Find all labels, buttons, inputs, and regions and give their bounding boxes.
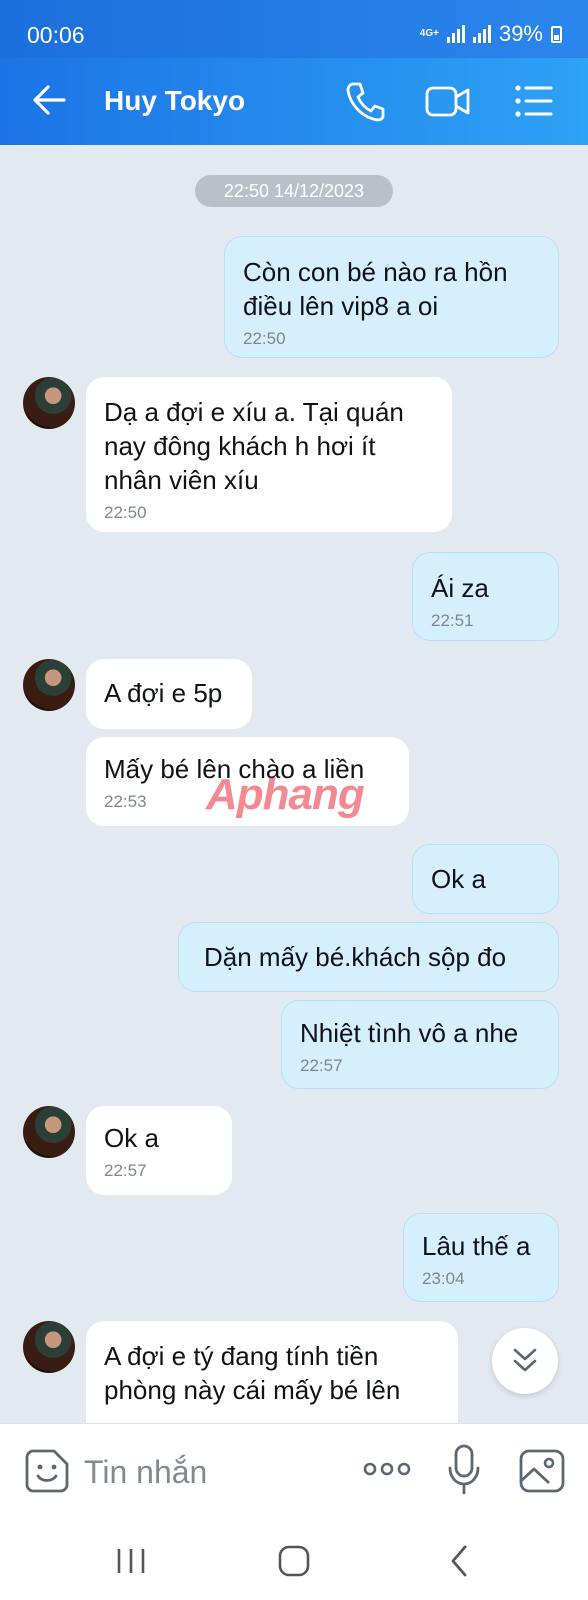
video-call-icon[interactable] [424, 80, 472, 122]
message-incoming[interactable]: A đợi e 5p [86, 659, 252, 729]
message-list[interactable]: 22:50 14/12/2023 Còn con bé nào ra hồn đ… [0, 145, 588, 1423]
network-type: 4G+ [419, 28, 439, 39]
message-text: A đợi e tý đang tính tiền [104, 1341, 379, 1371]
message-text: Lâu thế a [422, 1231, 531, 1261]
watermark-logo: Aphang [206, 770, 365, 819]
message-time: 22:51 [431, 611, 474, 630]
message-outgoing[interactable]: Nhiệt tình vô a nhe 22:57 [281, 1000, 559, 1089]
message-time: 22:57 [104, 1161, 147, 1180]
avatar[interactable] [23, 659, 75, 711]
message-text: A đợi e 5p [104, 678, 223, 708]
message-text: Nhiệt tình vô a nhe [300, 1018, 519, 1048]
status-time: 00:06 [27, 22, 85, 48]
message-text: Dặn mấy bé.khách sộp đo [204, 942, 507, 972]
message-text: Ok a [431, 864, 486, 894]
microphone-icon[interactable] [447, 1444, 481, 1496]
chevron-double-down-icon [513, 1348, 537, 1372]
recent-apps-icon[interactable] [106, 1537, 156, 1585]
scroll-to-bottom-button[interactable] [492, 1328, 558, 1394]
message-time: 22:50 [243, 329, 286, 348]
system-navigation-bar [0, 1523, 588, 1600]
message-text: Còn con bé nào ra hồn [243, 257, 508, 287]
list-menu-icon[interactable] [513, 80, 555, 122]
message-text: nhân viên xíu [104, 465, 259, 495]
avatar[interactable] [23, 377, 75, 429]
avatar[interactable] [23, 1106, 75, 1158]
message-time: 22:50 [104, 503, 147, 522]
message-text: điều lên vip8 a oi [243, 291, 439, 321]
status-bar: 00:06 4G+ 39% [0, 0, 588, 58]
message-time: 23:04 [422, 1269, 465, 1288]
chat-header: Huy Tokyo [0, 58, 588, 145]
image-icon[interactable] [518, 1448, 566, 1494]
message-input[interactable]: Tin nhắn [84, 1454, 207, 1491]
message-text: nay đông khách h hơi ít [104, 431, 376, 461]
message-composer: Tin nhắn [0, 1423, 588, 1524]
battery-icon [551, 25, 562, 43]
message-outgoing[interactable]: Ok a [412, 844, 559, 914]
status-indicators: 4G+ 39% [420, 21, 562, 47]
message-incoming[interactable]: Dạ a đợi e xíu a. Tại quán nay đông khác… [86, 377, 452, 532]
message-outgoing[interactable]: Còn con bé nào ra hồn điều lên vip8 a oi… [224, 236, 559, 358]
message-text: Ái za [431, 573, 489, 603]
date-separator: 22:50 14/12/2023 [195, 175, 393, 207]
contact-name[interactable]: Huy Tokyo [104, 85, 245, 117]
more-dots-icon[interactable] [362, 1454, 412, 1484]
message-text: Ok a [104, 1123, 159, 1153]
message-outgoing[interactable]: Dặn mấy bé.khách sộp đo [178, 922, 559, 992]
signal-icon [446, 25, 465, 43]
sticker-icon[interactable] [24, 1448, 70, 1494]
phone-icon[interactable] [344, 80, 386, 122]
battery-level: 39% [498, 21, 543, 46]
message-incoming[interactable]: Ok a 22:57 [86, 1106, 232, 1195]
arrow-left-icon[interactable] [30, 80, 70, 120]
avatar[interactable] [23, 1321, 75, 1373]
home-icon[interactable] [269, 1537, 319, 1585]
message-outgoing[interactable]: Lâu thế a 23:04 [403, 1213, 559, 1302]
signal-icon [472, 25, 491, 43]
message-text: Dạ a đợi e xíu a. Tại quán [104, 397, 404, 427]
message-outgoing[interactable]: Ái za 22:51 [412, 552, 559, 641]
message-incoming[interactable]: A đợi e tý đang tính tiền phòng này cái … [86, 1321, 458, 1423]
message-time: 22:57 [300, 1056, 343, 1075]
message-text: phòng này cái mấy bé lên [104, 1375, 401, 1405]
back-nav-icon[interactable] [435, 1537, 485, 1585]
